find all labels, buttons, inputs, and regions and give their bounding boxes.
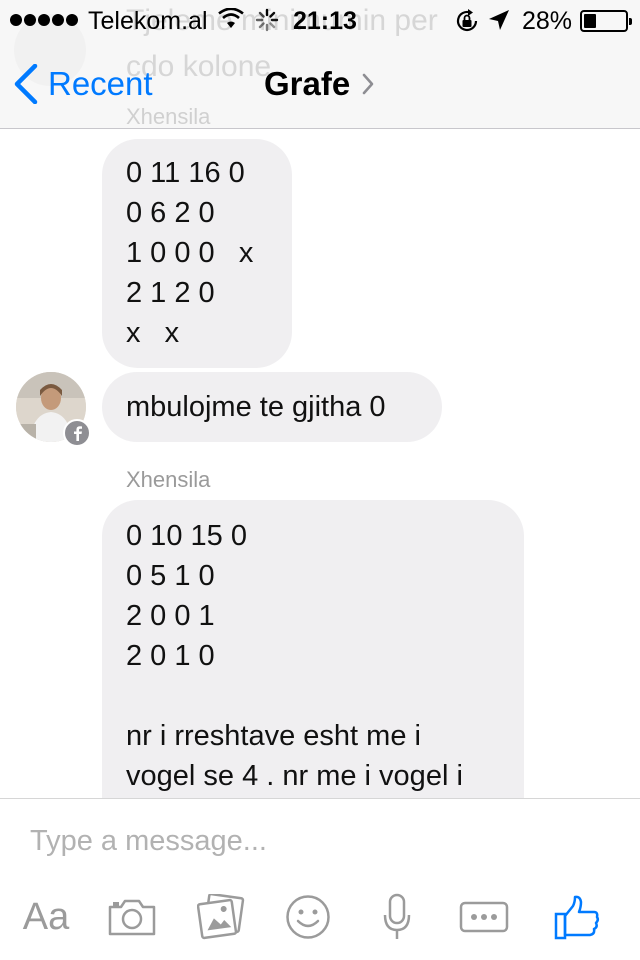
message-line: 2 0 0 1 [126,600,215,632]
message-line: 1 0 0 0 x [126,237,254,269]
message-line: vogel se 4 . nr me i vogel i [126,760,463,792]
message-line: 2 1 2 0 [126,277,215,309]
message-line: 2 0 1 0 [126,640,215,672]
battery-level [584,14,597,28]
carrier-name: Telekom.al [88,7,208,35]
status-bar: Telekom.al 21:13 28% [0,0,640,40]
more-icon [459,901,509,933]
camera-icon [108,899,156,936]
photo-gallery-icon [197,894,245,940]
stickers-button[interactable] [284,889,332,945]
photos-button[interactable] [196,889,246,945]
chevron-right-icon [362,73,374,95]
clock: 21:13 [293,7,357,35]
camera-button[interactable] [106,889,158,945]
thumbs-up-icon [554,895,600,940]
sender-name: Xhensila [126,467,211,492]
battery-icon [580,10,632,32]
message-line: 0 11 16 0 [126,157,245,189]
wifi-icon [218,8,244,28]
header: Tjeleme minimumin per cdo kolone Xhensil… [0,0,640,129]
message-line: 0 6 2 0 [126,197,215,229]
composer-toolbar: Aa [0,889,640,949]
like-button[interactable] [554,889,600,945]
location-arrow-icon [489,10,509,30]
message-input[interactable] [30,821,610,861]
voice-record-button[interactable] [380,889,414,945]
microphone-icon [383,893,411,939]
facebook-icon [63,419,91,447]
activity-spinner-icon [255,8,279,32]
conversation-title: Grafe [264,65,351,102]
signal-dots-icon [10,14,78,26]
text-format-button[interactable]: Aa [18,889,74,945]
rotation-lock-icon [456,9,478,32]
message-text: mbulojme te gjitha 0 [126,391,386,423]
chevron-left-icon [14,64,38,104]
scrolled-sender-name: Xhensila [126,104,211,129]
back-button[interactable]: Recent [14,62,153,106]
text-format-label: Aa [22,895,70,938]
smiley-icon [286,895,330,939]
message-line: nr i rreshtave esht me i [126,720,421,752]
message-line: 0 10 15 0 [126,520,247,552]
message-bubble[interactable]: 0 11 16 0 0 6 2 0 1 0 0 0 x 2 1 2 0 x x [102,139,292,368]
conversation-title-button[interactable]: Grafe [264,64,374,104]
more-options-button[interactable] [458,889,510,945]
composer: Aa [0,798,640,960]
message-bubble[interactable]: mbulojme te gjitha 0 [102,372,442,442]
message-bubble[interactable]: 0 10 15 0 0 5 1 0 2 0 0 1 2 0 1 0 nr i r… [102,500,524,830]
back-button-label: Recent [48,65,153,102]
battery-percent: 28% [522,7,573,35]
message-line: x x [126,317,180,349]
message-line: 0 5 1 0 [126,560,215,592]
